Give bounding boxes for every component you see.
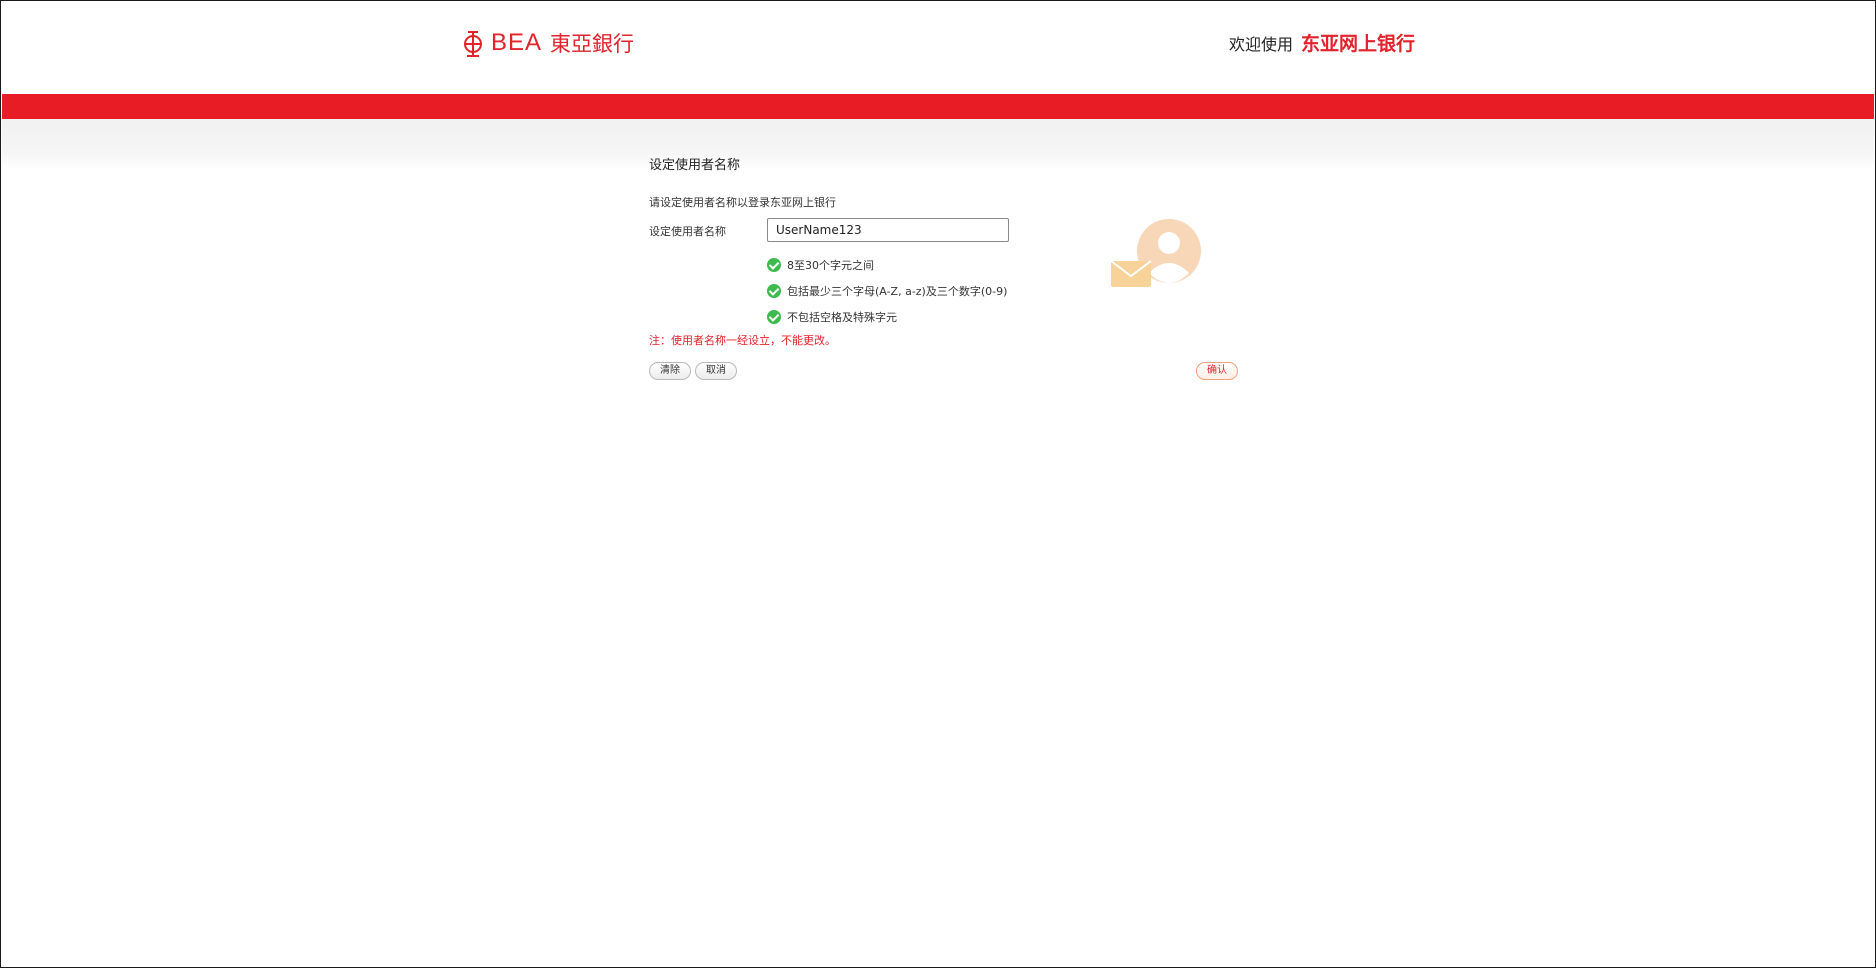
page-title: 设定使用者名称 (649, 158, 741, 173)
warning-note: 注：使用者名称一经设立，不能更改。 (649, 334, 836, 347)
username-input[interactable] (767, 218, 1009, 242)
clear-button[interactable]: 清除 (649, 362, 691, 380)
bea-emblem-icon (464, 31, 482, 57)
confirm-button[interactable]: 确认 (1196, 362, 1238, 380)
logo-chinese-text: 東亞銀行 (550, 32, 635, 56)
check-circle-icon (767, 310, 781, 324)
logo-brand-text: BEA (491, 29, 543, 56)
rule-text: 包括最少三个字母(A-Z, a-z)及三个数字(0-9) (787, 285, 1008, 298)
intro-text: 请设定使用者名称以登录东亚网上银行 (649, 196, 836, 209)
cancel-button[interactable]: 取消 (695, 362, 737, 380)
rule-item-letters-digits: 包括最少三个字母(A-Z, a-z)及三个数字(0-9) (767, 278, 1007, 304)
browser-viewport: BEA 東亞銀行 欢迎使用 东亚网上银行 设定使用者名称 请设定使用者名称以登录… (0, 0, 1876, 968)
rule-text: 8至30个字元之间 (787, 259, 874, 272)
bea-logo[interactable]: BEA 東亞銀行 (461, 26, 634, 60)
welcome-banner: 欢迎使用 东亚网上银行 (1229, 29, 1415, 56)
user-envelope-icon (1110, 219, 1201, 287)
header-red-bar (2, 94, 1874, 119)
check-circle-icon (767, 258, 781, 272)
welcome-prefix: 欢迎使用 (1229, 35, 1294, 54)
check-circle-icon (767, 284, 781, 298)
rule-item-no-special-chars: 不包括空格及特殊字元 (767, 304, 1007, 330)
username-field-label: 设定使用者名称 (649, 225, 726, 238)
rule-item-length: 8至30个字元之间 (767, 252, 1007, 278)
welcome-product-name: 东亚网上银行 (1301, 33, 1416, 55)
rule-text: 不包括空格及特殊字元 (787, 311, 897, 324)
header-gray-band (2, 119, 1874, 169)
username-rules-list: 8至30个字元之间 包括最少三个字母(A-Z, a-z)及三个数字(0-9) 不… (767, 252, 1007, 330)
